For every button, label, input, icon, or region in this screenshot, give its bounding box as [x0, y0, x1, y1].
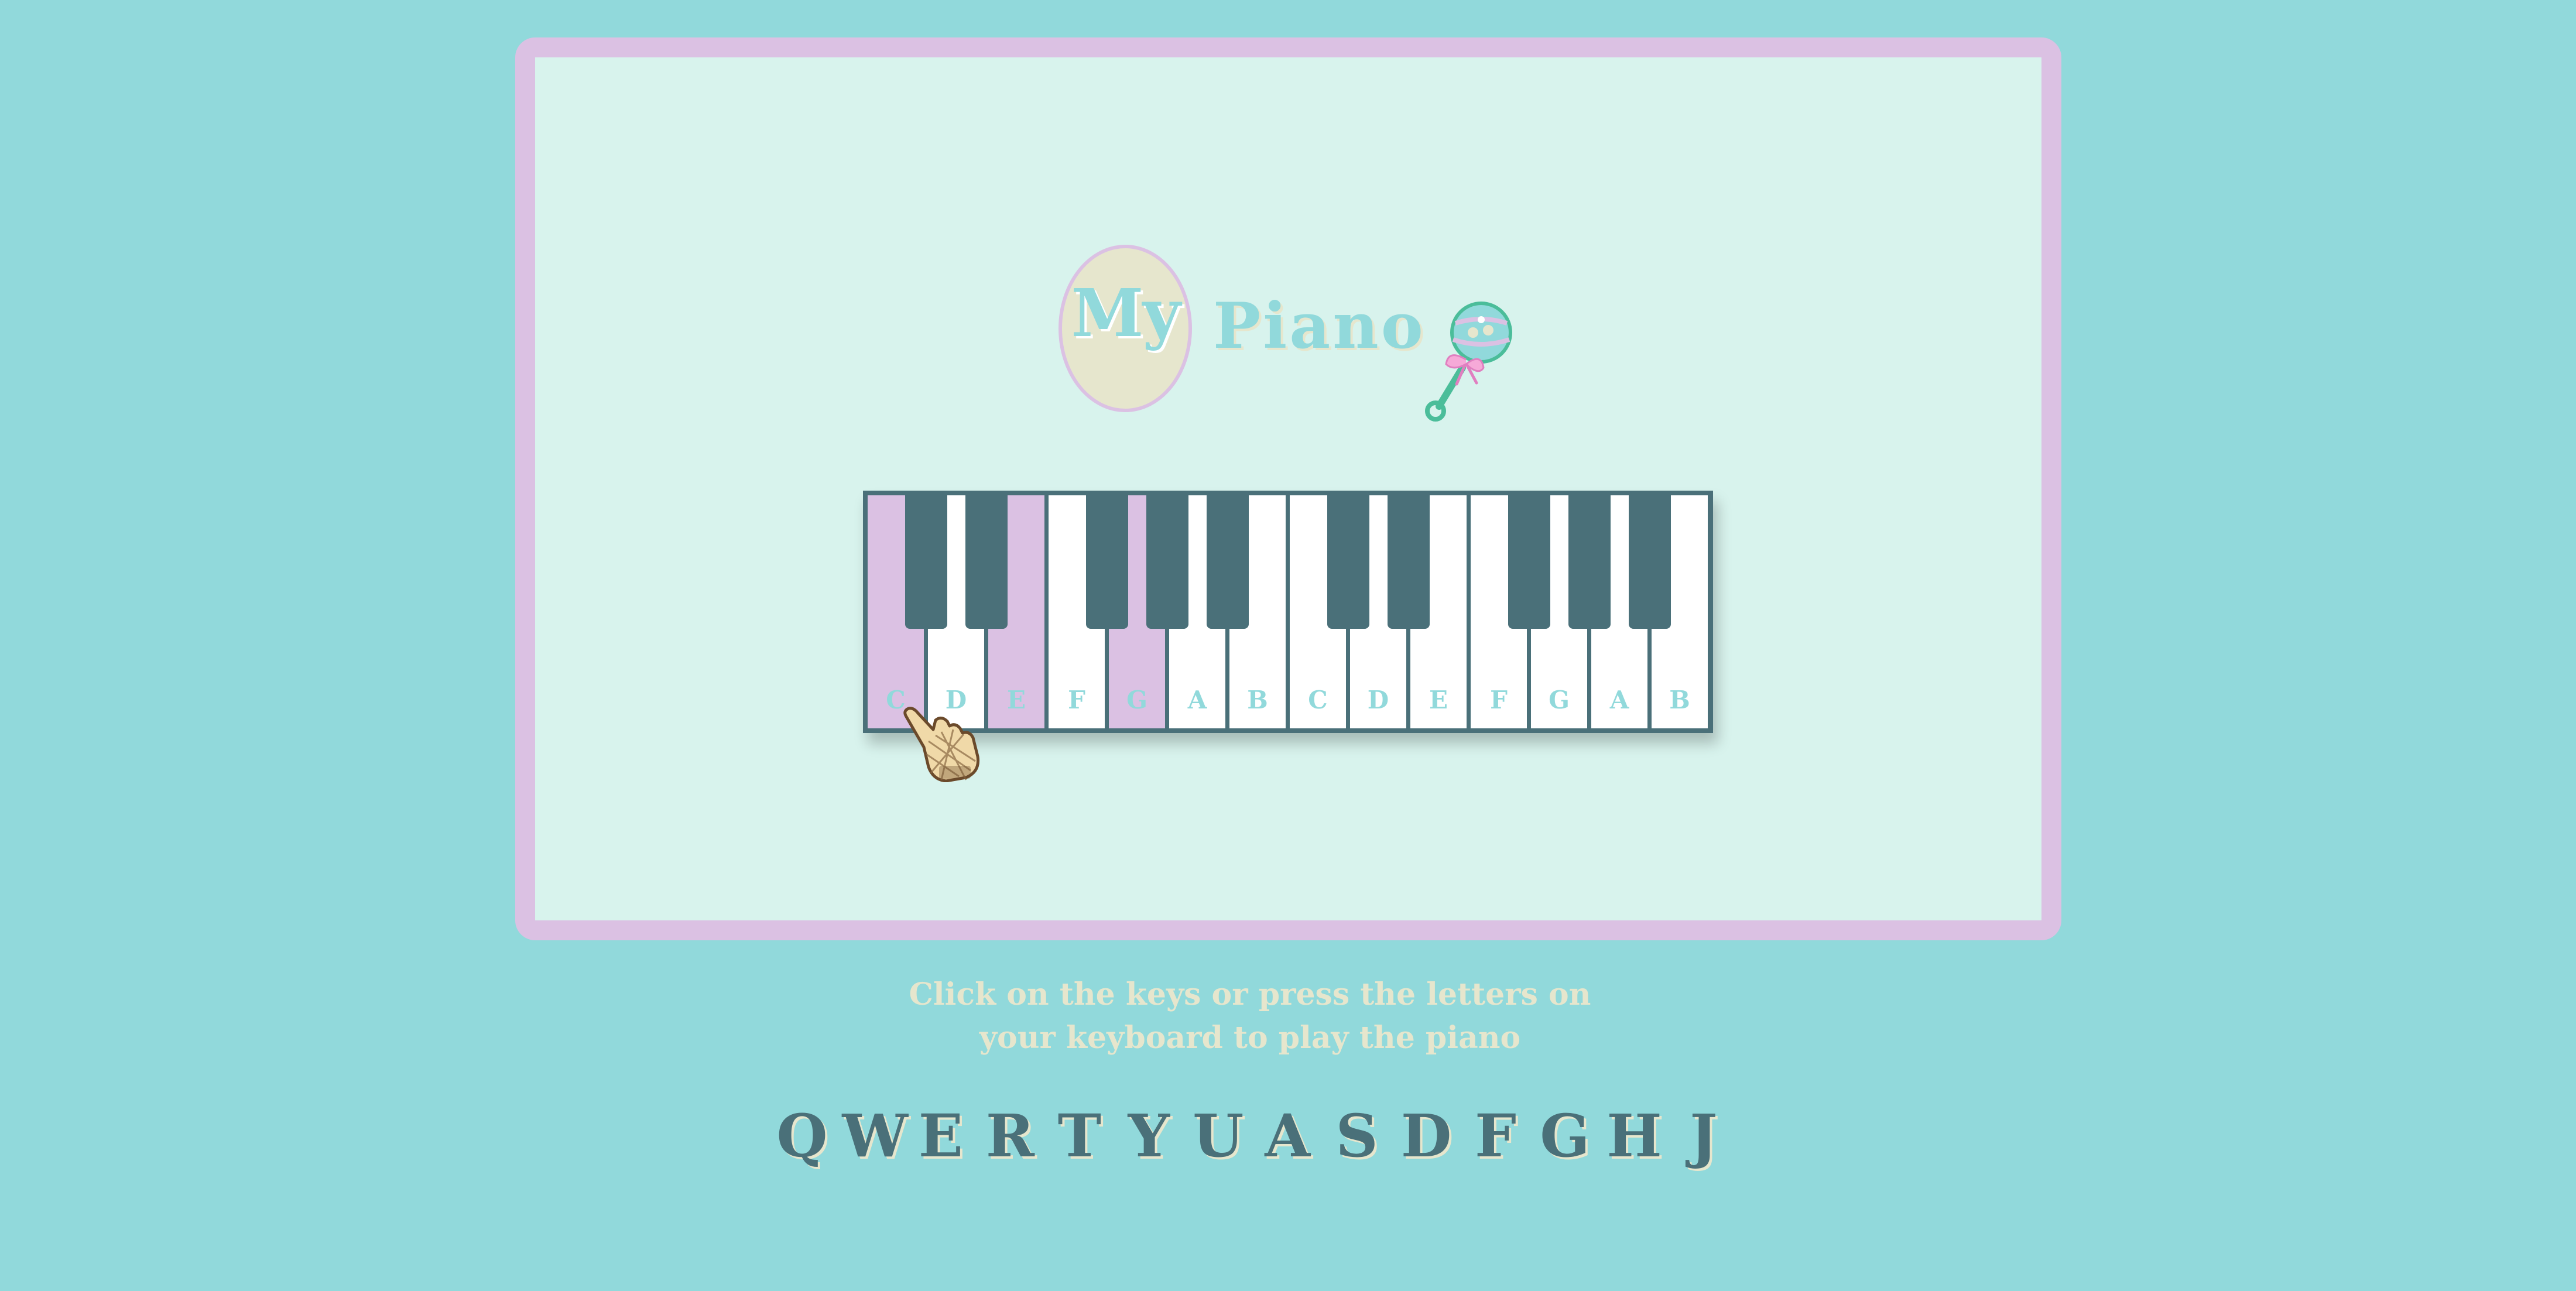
black-key[interactable]: [1206, 495, 1249, 629]
key-note-label: F: [1068, 686, 1085, 714]
keyboard-letter: W: [842, 1101, 908, 1170]
keyboard-letter: H: [1606, 1101, 1662, 1170]
key-note-label: E: [1429, 686, 1448, 714]
keyboard-letter: Y: [1128, 1101, 1170, 1170]
black-key[interactable]: [1387, 495, 1430, 629]
black-key[interactable]: [1085, 495, 1128, 629]
black-key[interactable]: [965, 495, 1008, 629]
keyboard-letter: D: [1400, 1101, 1452, 1170]
black-key[interactable]: [1146, 495, 1188, 629]
keyboard-letters-row: QWERTYUASDFGHJ: [773, 1107, 1733, 1165]
key-note-label: G: [1549, 686, 1570, 714]
keyboard-letter: F: [1475, 1101, 1517, 1170]
instructions-line-2: your keyboard to play the piano: [979, 1020, 1521, 1056]
key-note-label: B: [1247, 686, 1268, 714]
keyboard-letter: G: [1540, 1101, 1590, 1170]
key-note-label: E: [1006, 686, 1026, 714]
key-note-label: F: [1490, 686, 1508, 714]
piano-keyboard: CDEFGABCDEFGAB: [863, 491, 1713, 733]
key-note-label: C: [1308, 686, 1328, 714]
key-note-label: A: [1187, 686, 1207, 714]
key-note-label: A: [1609, 686, 1629, 714]
baby-rattle-icon: [1425, 302, 1512, 422]
black-key[interactable]: [1568, 495, 1611, 629]
keyboard-letter: T: [1057, 1101, 1102, 1170]
key-note-label: B: [1669, 686, 1690, 714]
black-key[interactable]: [905, 495, 947, 629]
black-key[interactable]: [1508, 495, 1550, 629]
keyboard-letter: U: [1193, 1101, 1244, 1170]
piano-stage: [535, 57, 2041, 920]
keyboard-letter: S: [1335, 1101, 1378, 1170]
black-key[interactable]: [1327, 495, 1369, 629]
keyboard-letter: R: [985, 1101, 1034, 1170]
pointing-hand-cursor-icon: [903, 707, 980, 782]
logo-piano-text: Piano: [1213, 289, 1426, 363]
keyboard-letter: J: [1690, 1101, 1718, 1170]
logo-my-text: My: [1071, 275, 1180, 352]
keyboard-letter: E: [918, 1101, 964, 1170]
key-note-label: G: [1126, 686, 1147, 714]
black-key[interactable]: [1628, 495, 1671, 629]
keyboard-letter: A: [1265, 1101, 1310, 1170]
key-note-label: D: [1367, 686, 1389, 714]
keyboard-letter: Q: [776, 1101, 828, 1170]
instructions-line-1: Click on the keys or press the letters o…: [909, 977, 1591, 1012]
instructions-text: Click on the keys or press the letters o…: [761, 973, 1739, 1060]
